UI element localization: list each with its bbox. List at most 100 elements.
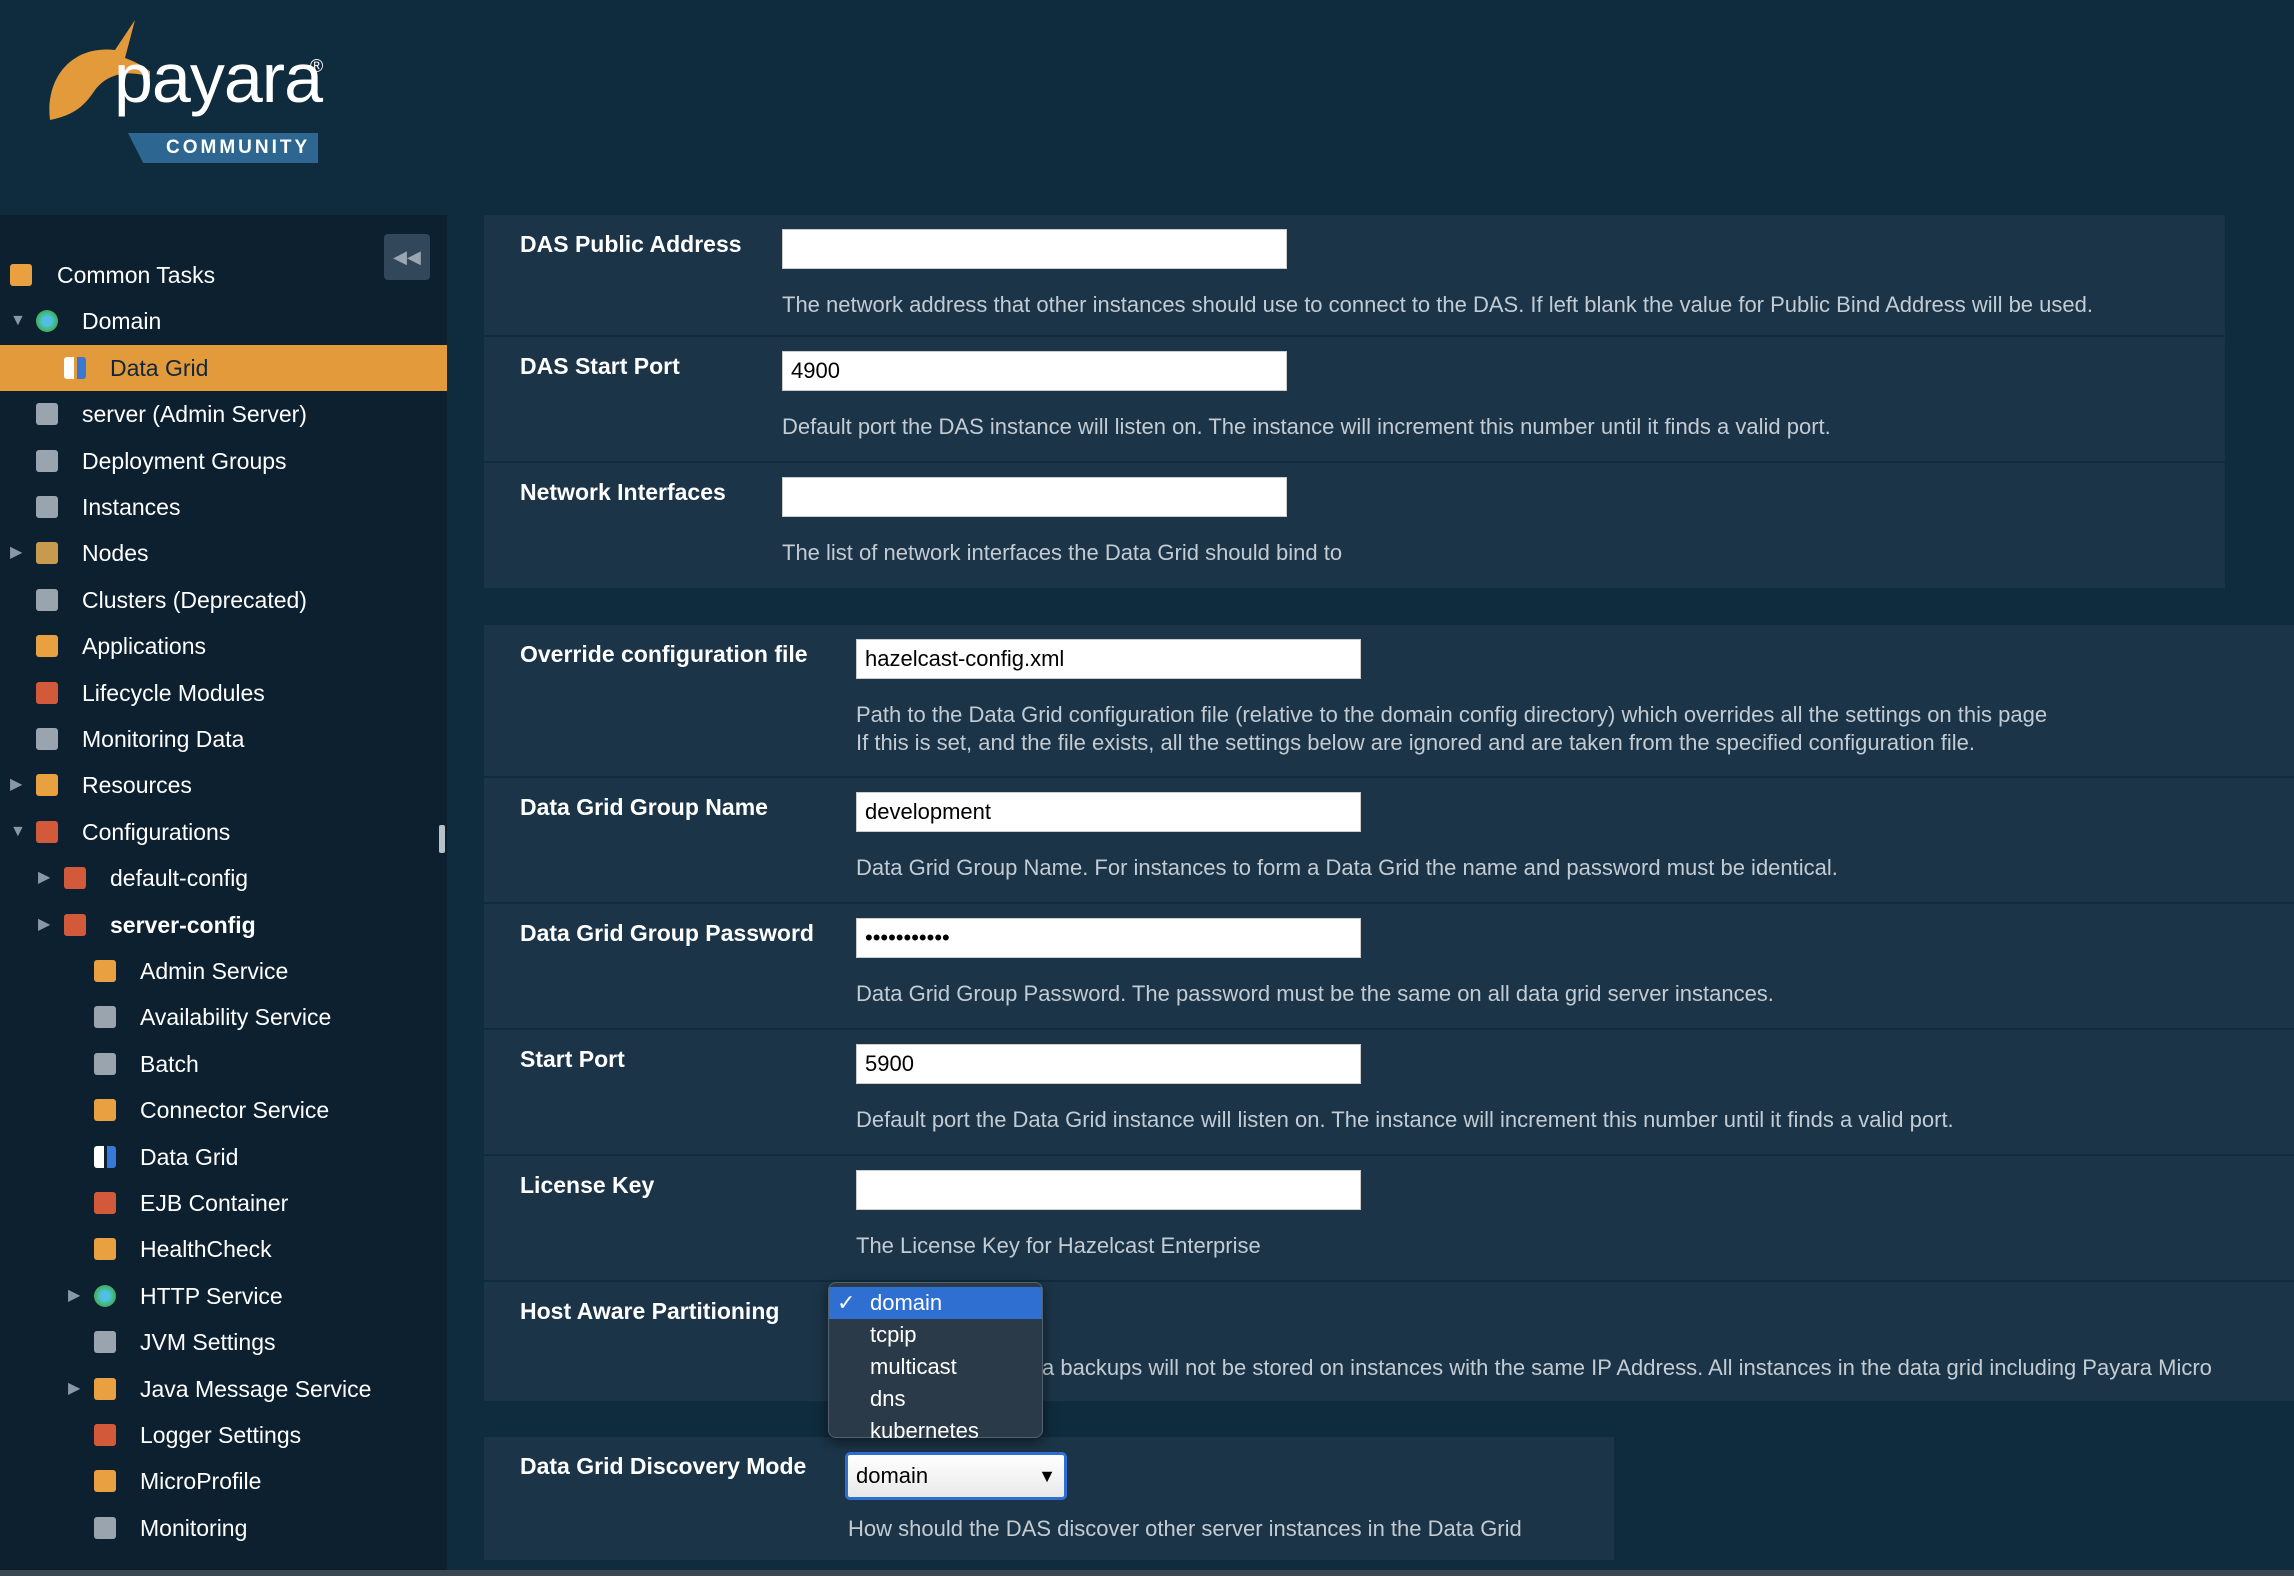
collapsed-triangle-icon[interactable]: ▶ (68, 1273, 80, 1319)
sidebar-item-connector-service[interactable]: Connector Service (0, 1087, 447, 1133)
network-interfaces-row: Network Interfaces The list of network in… (484, 463, 2225, 588)
sidebar-item-availability-service[interactable]: Availability Service (0, 994, 447, 1040)
sidebar-item-label: EJB Container (140, 1190, 289, 1216)
payara-logo[interactable]: payara ® COMMUNITY (40, 20, 340, 170)
heart-icon (94, 1238, 116, 1261)
start-port-input[interactable]: 5900 (856, 1044, 1361, 1084)
dropdown-option-domain[interactable]: ✓ domain (829, 1287, 1042, 1319)
license-key-input[interactable] (856, 1170, 1361, 1210)
license-key-description: The License Key for Hazelcast Enterprise (856, 1233, 1261, 1258)
option-label: multicast (870, 1354, 957, 1379)
discovery-mode-label: Data Grid Discovery Mode (520, 1453, 807, 1479)
override-configuration-file-label: Override configuration file (520, 641, 808, 667)
discovery-mode-description: How should the DAS discover other server… (848, 1516, 1522, 1541)
start-port-row: Start Port 5900 Default port the Data Grid… (484, 1030, 2294, 1156)
override-configuration-file-input[interactable]: hazelcast-config.xml (856, 639, 1361, 679)
sidebar-item-label: Configurations (82, 818, 231, 845)
sidebar-item-server-admin-server[interactable]: server (Admin Server) (0, 391, 447, 437)
sidebar-item-java-message-service[interactable]: ▶ Java Message Service (0, 1366, 447, 1412)
config-icon (64, 867, 86, 890)
sidebar-item-label: Deployment Groups (82, 447, 287, 474)
sidebar-item-monitoring-data[interactable]: Monitoring Data (0, 716, 447, 762)
data-grid-group-name-row: Data Grid Group Name development Data Grid… (484, 778, 2294, 904)
sidebar-item-label: Connector Service (140, 1097, 330, 1124)
dropdown-option-multicast[interactable]: multicast (829, 1351, 1042, 1383)
license-key-row: License Key The License Key for Hazelcast… (484, 1156, 2294, 1282)
sidebar-item-label: Nodes (82, 540, 149, 567)
sidebar-item-http-service[interactable]: ▶ HTTP Service (0, 1273, 447, 1319)
sidebar-item-resources[interactable]: ▶ Resources (0, 762, 447, 808)
log-icon (94, 1424, 116, 1446)
sidebar-item-label: Data Grid (140, 1143, 239, 1170)
collapsed-triangle-icon[interactable]: ▶ (10, 530, 22, 576)
dropdown-option-dns[interactable]: dns (829, 1383, 1042, 1415)
expanded-triangle-icon[interactable]: ▼ (10, 298, 26, 344)
resources-icon (36, 774, 58, 797)
sidebar-item-label: Java Message Service (140, 1375, 372, 1402)
window-bottom-edge (0, 1570, 2294, 1576)
das-start-port-label: DAS Start Port (520, 353, 680, 379)
network-interfaces-description: The list of network interfaces the Data … (782, 540, 1343, 565)
data-grid-group-password-label: Data Grid Group Password (520, 920, 814, 946)
cluster-icon (36, 588, 58, 611)
dropdown-option-tcpip[interactable]: tcpip (829, 1319, 1042, 1351)
collapsed-triangle-icon[interactable]: ▶ (38, 902, 50, 948)
network-interfaces-input[interactable] (782, 477, 1287, 517)
sidebar-item-server-config[interactable]: ▶ server-config (0, 902, 447, 948)
globe-icon (36, 310, 58, 333)
das-public-address-row: DAS Public Address The network address th… (484, 215, 2225, 337)
discovery-mode-select[interactable]: domain ▼ (845, 1452, 1067, 1500)
sidebar-item-microprofile[interactable]: MicroProfile (0, 1458, 447, 1504)
license-key-label: License Key (520, 1172, 655, 1198)
sidebar-item-monitoring[interactable]: Monitoring (0, 1505, 447, 1551)
sidebar-item-nodes[interactable]: ▶ Nodes (0, 530, 447, 576)
sidebar-item-jvm-settings[interactable]: JVM Settings (0, 1319, 447, 1365)
sidebar-item-domain[interactable]: ▼ Domain (0, 298, 447, 344)
sidebar-item-clusters-deprecated[interactable]: Clusters (Deprecated) (0, 577, 447, 623)
sidebar-tree: ◀◀ Common Tasks ▼ Domain Data Grid server (A… (0, 215, 447, 1576)
sidebar-item-label: server-config (110, 911, 256, 938)
data-grid-group-name-input[interactable]: development (856, 792, 1361, 832)
sidebar-item-label: JVM Settings (140, 1329, 276, 1356)
sidebar-item-common-tasks[interactable]: Common Tasks (0, 252, 447, 298)
override-configuration-file-description-2: If this is set, and the file exists, all… (856, 730, 1975, 755)
data-grid-group-password-input[interactable]: ••••••••••• (856, 918, 1361, 958)
brand-wordmark: payara (114, 39, 323, 117)
sidebar-item-data-grid[interactable]: Data Grid (0, 344, 447, 391)
collapsed-triangle-icon[interactable]: ▶ (38, 855, 50, 901)
sidebar-item-label: Clusters (Deprecated) (82, 586, 307, 613)
sidebar-item-label: HealthCheck (140, 1236, 272, 1263)
start-port-label: Start Port (520, 1046, 625, 1072)
sidebar-item-label: Availability Service (140, 1004, 332, 1031)
sidebar-item-label: Lifecycle Modules (82, 679, 265, 706)
batch-icon (94, 1052, 116, 1075)
das-start-port-input[interactable]: 4900 (782, 351, 1287, 391)
sidebar-item-admin-service[interactable]: Admin Service (0, 948, 447, 994)
sidebar-item-healthcheck[interactable]: HealthCheck (0, 1226, 447, 1272)
cluster-icon (36, 449, 58, 472)
collapsed-triangle-icon[interactable]: ▶ (68, 1366, 80, 1412)
sidebar-item-configurations[interactable]: ▼ Configurations (0, 809, 447, 855)
microprofile-icon (94, 1470, 116, 1493)
sidebar-item-batch[interactable]: Batch (0, 1041, 447, 1087)
sidebar-item-data-grid[interactable]: Data Grid (0, 1134, 447, 1180)
sidebar-item-ejb-container[interactable]: EJB Container (0, 1180, 447, 1226)
das-settings-panel: DAS Public Address The network address th… (484, 215, 2225, 588)
dropdown-option-kubernetes[interactable]: kubernetes (829, 1415, 1042, 1447)
sidebar-item-logger-settings[interactable]: Logger Settings (0, 1412, 447, 1458)
sidebar-item-lifecycle-modules[interactable]: Lifecycle Modules (0, 670, 447, 716)
data-grid-group-password-row: Data Grid Group Password ••••••••••• Data … (484, 904, 2294, 1030)
das-start-port-description: Default port the DAS instance will liste… (782, 414, 1831, 439)
sidebar-item-default-config[interactable]: ▶ default-config (0, 855, 447, 901)
sidebar-item-deployment-groups[interactable]: Deployment Groups (0, 438, 447, 484)
sidebar-scrollbar[interactable] (439, 825, 445, 853)
collapsed-triangle-icon[interactable]: ▶ (10, 762, 22, 808)
data-grid-group-password-description: Data Grid Group Password. The password m… (856, 981, 1774, 1006)
das-public-address-description: The network address that other instances… (782, 292, 2093, 317)
sidebar-item-applications[interactable]: Applications (0, 623, 447, 669)
discovery-mode-value: domain (856, 1463, 929, 1488)
sidebar-item-instances[interactable]: Instances (0, 484, 447, 530)
sidebar-item-label: server (Admin Server) (82, 401, 307, 428)
expanded-triangle-icon[interactable]: ▼ (10, 809, 26, 855)
das-public-address-input[interactable] (782, 229, 1287, 269)
